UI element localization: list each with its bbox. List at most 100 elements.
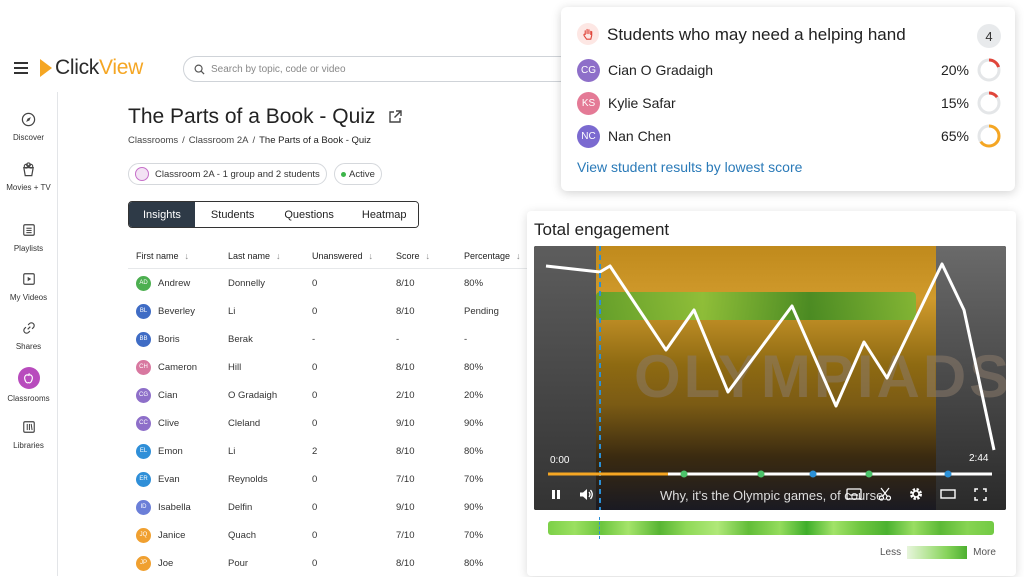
cell-score: 7/10 [396,529,415,541]
cell-unanswered: 0 [312,529,318,541]
col-last-name[interactable]: Last name ↓ [222,251,306,261]
tab-insights[interactable]: Insights [129,202,196,227]
avatar: CG [136,387,151,403]
table-row[interactable]: CH Cameron Hill 0 8/10 80% [128,353,548,381]
sidebar-item-libraries[interactable]: Libraries [0,418,57,451]
sort-arrow-icon: ↓ [425,250,431,261]
cell-first-name: JP Joe [128,555,222,571]
avatar: ID [136,499,151,515]
helping-hand-student[interactable]: CG Cian O Gradaigh 20% [577,58,1001,82]
col-unanswered[interactable]: Unanswered ↓ [306,251,390,261]
clickview-logo[interactable]: ClickView [40,56,143,80]
breadcrumb: Classrooms / Classroom 2A / The Parts of a B… [128,135,372,146]
table-row[interactable]: ER Evan Reynolds 0 7/10 70% [128,465,548,493]
captions-icon[interactable] [846,486,862,502]
video-icon [20,270,38,288]
table-row[interactable]: BL Beverley Li 0 8/10 Pending [128,297,548,325]
cell-first-name: CC Clive [128,415,222,431]
breadcrumb-classroom-2a[interactable]: Classroom 2A [189,135,249,146]
breadcrumb-current: The Parts of a Book - Quiz [259,135,372,146]
table-row[interactable]: AD Andrew Donnelly 0 8/10 80% [128,269,548,297]
cell-score: 9/10 [396,501,415,513]
table-row[interactable]: JQ Janice Quach 0 7/10 70% [128,521,548,549]
logo-play-icon [40,59,52,77]
col-score[interactable]: Score ↓ [390,251,458,261]
search-input[interactable] [211,63,551,75]
raised-hand-icon [577,23,599,45]
tab-students[interactable]: Students [195,202,271,227]
student-name: Kylie Safar [608,95,676,111]
sidebar-item-discover[interactable]: Discover [0,110,57,143]
table-row[interactable]: ID Isabella Delfin 0 9/10 90% [128,493,548,521]
sidebar-item-movies-tv[interactable]: Movies + TV [0,160,57,193]
cell-score: 9/10 [396,417,415,429]
volume-icon[interactable] [578,486,594,502]
cell-score: 8/10 [396,361,415,373]
cell-last-name: Cleland [228,417,261,429]
external-link-icon[interactable] [387,109,403,125]
cell-first-name: BL Beverley [128,303,222,319]
breadcrumb-classrooms[interactable]: Classrooms [128,135,178,146]
theater-mode-icon[interactable] [940,486,956,502]
view-lowest-score-link[interactable]: View student results by lowest score [577,159,802,175]
library-icon [20,418,38,436]
pause-icon[interactable] [548,486,564,502]
settings-gear-icon[interactable] [908,486,924,502]
legend-more: More [973,547,996,558]
cell-last-name: Pour [228,557,249,569]
fullscreen-icon[interactable] [972,486,988,502]
cell-unanswered: 2 [312,445,318,457]
sidebar-item-my-videos[interactable]: My Videos [0,270,57,303]
student-percentage: 20% [940,62,969,78]
engagement-panel: Total engagement OLYMPIADS 0:00 2:44 Why… [527,211,1016,576]
sidebar-item-label: Classrooms [7,394,50,403]
cell-score: 8/10 [396,305,415,317]
table-row[interactable]: BB Boris Berak - - - [128,325,548,353]
cell-unanswered: 0 [312,501,318,513]
sort-arrow-icon: ↓ [516,250,521,261]
sidebar-item-label: Movies + TV [6,183,51,192]
classroom-chip-label: Classroom 2A - 1 group and 2 students [155,168,320,180]
legend-gradient [907,546,968,559]
sidebar-item-playlists[interactable]: Playlists [0,221,57,254]
page-title: The Parts of a Book - Quiz [128,105,376,128]
col-first-name[interactable]: First name ↓ [128,251,222,261]
tab-questions[interactable]: Questions [270,202,349,227]
clip-scissors-icon[interactable] [877,486,893,502]
video-player[interactable]: OLYMPIADS 0:00 2:44 Why, it's the Olympi… [534,246,1006,510]
sidebar: Discover Movies + TV Playlists My Videos… [0,92,58,576]
tab-bar: Insights Students Questions Heatmap [128,201,419,228]
video-time-start: 0:00 [550,455,570,466]
cell-last-name: Berak [228,333,253,345]
video-time-end: 2:44 [969,453,989,464]
helping-hand-student[interactable]: NC Nan Chen 65% [577,124,1001,148]
sidebar-item-classrooms[interactable]: Classrooms [0,367,57,404]
search-box[interactable] [183,56,573,82]
cell-first-name: EL Emon [128,443,222,459]
classroom-chip[interactable]: Classroom 2A - 1 group and 2 students [128,163,327,185]
cell-first-name: AD Andrew [128,275,222,291]
table-body: AD Andrew Donnelly 0 8/10 80% BL Beverley Li 0 8/1… [128,269,548,577]
table-row[interactable]: CC Clive Cleland 0 9/10 90% [128,409,548,437]
avatar: BL [136,303,151,319]
student-name: Cian O Gradaigh [608,62,714,78]
sidebar-item-label: My Videos [9,293,48,302]
avatar: JQ [136,527,151,543]
cell-unanswered: 0 [312,417,318,429]
table-row[interactable]: JP Joe Pour 0 8/10 80% [128,549,548,577]
sort-arrow-icon: ↓ [184,250,190,261]
table-header: First name ↓ Last name ↓ Unanswered ↓ Score… [128,243,548,269]
table-row[interactable]: EL Emon Li 2 8/10 80% [128,437,548,465]
student-percentage: 65% [940,128,969,144]
engagement-title: Total engagement [534,220,670,239]
tab-heatmap[interactable]: Heatmap [348,202,418,227]
sidebar-item-shares[interactable]: Shares [0,319,57,352]
engagement-heatmap-bar[interactable] [548,521,994,535]
cell-unanswered: 0 [312,473,318,485]
cell-first-name: CG Cian [128,387,222,403]
avatar: NC [577,124,600,148]
avatar: ER [136,471,151,487]
table-row[interactable]: CG Cian O Gradaigh 0 2/10 20% [128,381,548,409]
menu-icon[interactable] [14,62,28,74]
helping-hand-student[interactable]: KS Kylie Safar 15% [577,91,1001,115]
